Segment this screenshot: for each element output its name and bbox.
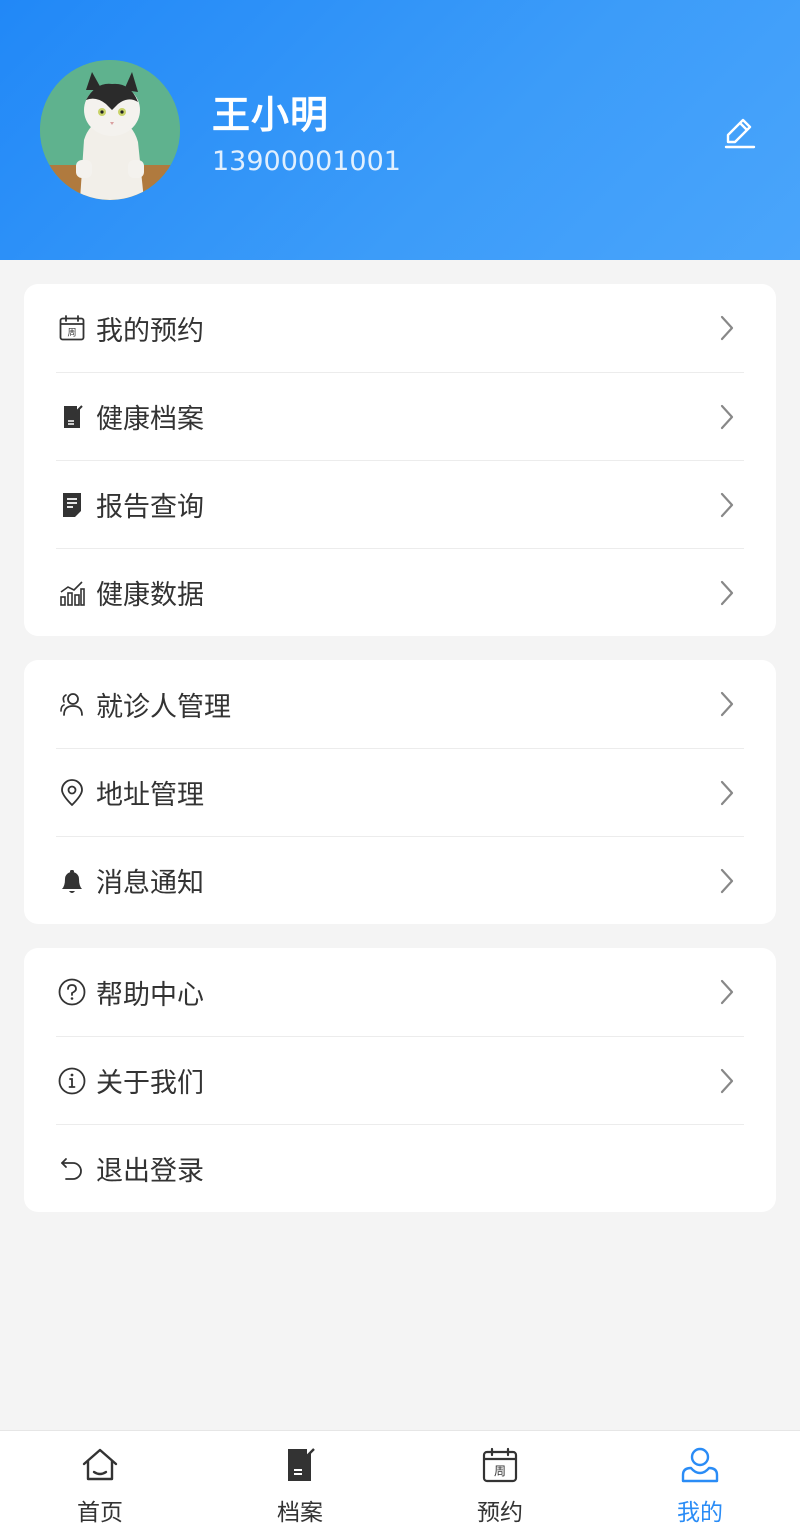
tab-records[interactable]: 档案 [200,1431,400,1530]
report-icon [56,489,88,521]
user-name: 王小明 [212,93,330,137]
logout-icon [56,1153,88,1185]
bell-icon [56,865,88,897]
pencil-icon [724,118,756,149]
record-icon [278,1443,322,1487]
menu-item-label: 帮助中心 [96,979,204,1011]
menu-item-reports[interactable]: 报告查询 [56,460,744,548]
calendar-icon: 周 [478,1443,522,1487]
chevron-right-icon [720,404,734,430]
menu-item-appointments[interactable]: 周 我的预约 [56,284,744,372]
chevron-right-icon [720,315,734,341]
menu-item-notifications[interactable]: 消息通知 [56,836,744,924]
tab-label: 我的 [677,1500,723,1526]
menu-card-services: 周 我的预约 健康档案 报告查询 健康数据 [24,284,776,636]
chart-icon [56,577,88,609]
menu-item-health-data[interactable]: 健康数据 [56,548,744,636]
menu-item-label: 我的预约 [96,315,204,347]
menu-item-patients[interactable]: 就诊人管理 [56,660,744,748]
record-icon [56,401,88,433]
users-icon [56,688,88,720]
cat-avatar-image [40,60,180,200]
menu-item-label: 健康数据 [96,580,204,611]
menu-item-about[interactable]: 关于我们 [56,1036,744,1124]
chevron-right-icon [720,979,734,1005]
menu-item-label: 关于我们 [96,1068,204,1099]
menu-item-label: 退出登录 [96,1156,204,1187]
location-icon [56,777,88,809]
menu-item-health-records[interactable]: 健康档案 [56,372,744,460]
user-phone: 13900001001 [212,146,401,177]
edit-profile-button[interactable] [718,110,762,154]
profile-header: 王小明 13900001001 [0,0,800,260]
menu-item-label: 健康档案 [96,404,204,435]
tab-label: 档案 [277,1500,323,1526]
chevron-right-icon [720,1068,734,1094]
tab-label: 首页 [77,1500,123,1526]
menu-item-label: 就诊人管理 [96,691,231,723]
menu-item-logout[interactable]: 退出登录 [56,1124,744,1212]
user-icon [678,1443,722,1487]
info-icon [56,1065,88,1097]
chevron-right-icon [720,492,734,518]
avatar[interactable] [40,60,180,200]
bottom-tab-bar: 首页 档案 周 预约 我的 [0,1430,800,1530]
chevron-right-icon [720,580,734,606]
chevron-right-icon [720,691,734,717]
menu-item-help[interactable]: 帮助中心 [56,948,744,1036]
menu-card-about: 帮助中心 关于我们 退出登录 [24,948,776,1212]
home-icon [78,1443,122,1487]
tab-label: 预约 [477,1500,523,1526]
menu-item-label: 消息通知 [96,868,204,899]
chevron-right-icon [720,780,734,806]
menu-item-label: 地址管理 [96,780,204,811]
tab-mine[interactable]: 我的 [600,1431,800,1530]
tab-home[interactable]: 首页 [0,1431,200,1530]
svg-text:周: 周 [67,328,76,339]
menu-item-addresses[interactable]: 地址管理 [56,748,744,836]
svg-text:周: 周 [494,1464,506,1478]
chevron-right-icon [720,868,734,894]
menu-item-label: 报告查询 [96,492,204,523]
tab-appointments[interactable]: 周 预约 [400,1431,600,1530]
menu-card-settings: 就诊人管理 地址管理 消息通知 [24,660,776,924]
help-icon [56,976,88,1008]
calendar-icon: 周 [56,312,88,344]
